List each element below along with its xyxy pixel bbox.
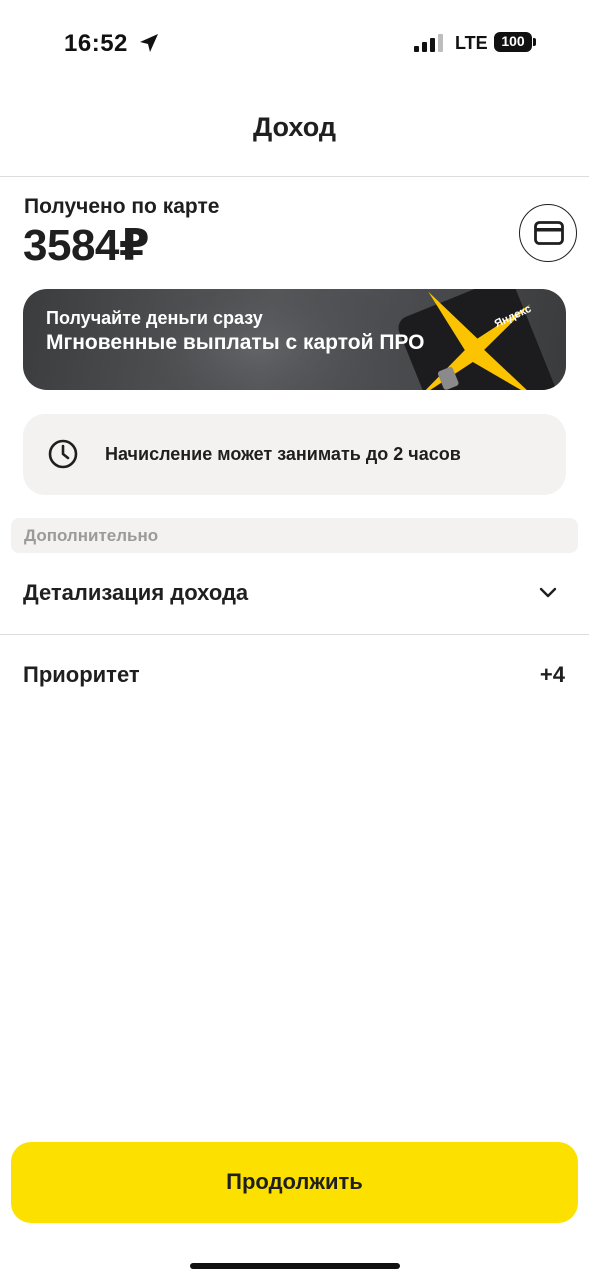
section-header-text: Дополнительно (24, 526, 159, 545)
promo-subtitle: Получайте деньги сразу (46, 308, 263, 328)
promo-banner[interactable]: Получайте деньги сразу Мгновенные выплат… (23, 289, 566, 390)
priority-label: Приоритет (23, 662, 140, 687)
svg-text:Яндекс: Яндекс (493, 303, 534, 329)
clock-icon (48, 439, 78, 469)
continue-label: Продолжить (226, 1169, 363, 1194)
header-divider (0, 176, 589, 177)
card-brand-label: Яндекс (493, 303, 534, 329)
promo-title: Мгновенные выплаты с картой ПРО (46, 331, 425, 354)
home-indicator (190, 1263, 400, 1269)
page-title: Доход (252, 112, 336, 142)
info-box: Начисление может занимать до 2 часов (23, 414, 566, 495)
row-divider (0, 634, 589, 635)
section-header: Дополнительно (11, 518, 578, 553)
card-button[interactable] (519, 204, 577, 262)
battery-level: 100 (501, 33, 525, 49)
income-details-label: Детализация дохода (23, 580, 249, 605)
info-text: Начисление может занимать до 2 часов (105, 444, 461, 464)
priority-value: +4 (539, 662, 565, 687)
chevron-down-icon (539, 587, 557, 598)
continue-button[interactable]: Продолжить (11, 1142, 578, 1223)
battery-icon: 100 (494, 32, 536, 52)
status-bar: 16:52 LTE 100 (0, 0, 589, 88)
network-type: LTE (455, 33, 488, 53)
status-time: 16:52 (64, 30, 128, 57)
location-arrow-icon (140, 34, 158, 52)
income-details-row[interactable]: Детализация дохода (0, 555, 589, 634)
received-amount: 3584₽ (23, 221, 150, 270)
signal-icon (414, 34, 443, 52)
priority-row[interactable]: Приоритет +4 (0, 640, 589, 712)
received-label: Получено по карте (24, 195, 220, 218)
credit-card-icon (534, 221, 564, 245)
